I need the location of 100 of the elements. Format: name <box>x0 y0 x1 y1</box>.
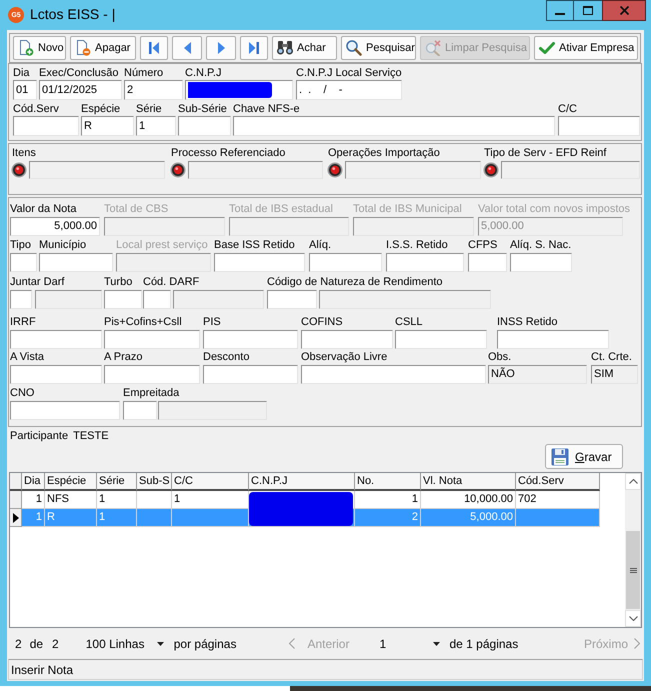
input-field[interactable]: 01/12/2025 <box>39 80 122 100</box>
find-button[interactable]: Achar <box>272 36 337 60</box>
code-field[interactable] <box>267 290 317 309</box>
input-field[interactable] <box>10 253 37 272</box>
input-field[interactable] <box>185 80 293 100</box>
field-label: Turbo <box>104 276 132 289</box>
table-cell: 1 <box>97 491 137 509</box>
next-record-button[interactable] <box>206 36 236 60</box>
input-field[interactable] <box>10 330 102 349</box>
maximize-icon <box>583 6 593 15</box>
input-field[interactable] <box>104 365 200 384</box>
scrollbar[interactable] <box>625 473 641 627</box>
activate-company-button[interactable]: Ativar Empresa <box>534 36 638 60</box>
page-size-dropdown[interactable]: 100 Linhas <box>82 634 168 654</box>
field-label: Total de IBS estadual <box>229 203 333 216</box>
field-label: Local prest serviço <box>116 239 208 252</box>
last-record-button[interactable] <box>240 36 268 60</box>
led-icon[interactable] <box>483 162 499 178</box>
input-field[interactable] <box>178 116 231 136</box>
skip-back-icon <box>149 42 159 54</box>
column-header[interactable]: Cód.Serv <box>516 473 600 491</box>
input-field[interactable]: R <box>81 116 134 136</box>
scroll-down-button[interactable] <box>625 610 641 627</box>
scroll-thumb[interactable] <box>626 531 640 609</box>
input-field[interactable] <box>510 253 572 272</box>
column-header[interactable]: Dia <box>22 473 45 491</box>
input-field[interactable] <box>10 365 102 384</box>
field-label: CNO <box>10 387 34 400</box>
triangle-left-icon <box>184 42 190 54</box>
minimize-button[interactable] <box>546 0 574 21</box>
column-header[interactable]: C/C <box>172 473 249 491</box>
column-header[interactable]: Sub-S <box>137 473 172 491</box>
first-record-button[interactable] <box>140 36 168 60</box>
new-button[interactable]: Novo <box>13 36 66 60</box>
field-label: Processo Referenciado <box>171 147 286 160</box>
input-field[interactable] <box>395 330 487 349</box>
field-label: Observação Livre <box>301 351 388 364</box>
input-field[interactable] <box>104 290 142 309</box>
search-icon <box>346 40 362 56</box>
table-cell: 1 <box>355 491 421 509</box>
readonly-field: SIM <box>591 365 638 384</box>
field-label: Valor total com novos impostos <box>478 203 630 216</box>
code-field[interactable] <box>143 290 171 309</box>
field-label: Sub-Série <box>178 103 227 116</box>
caret-down-icon <box>433 642 440 646</box>
code-field[interactable] <box>10 290 32 309</box>
save-button[interactable]: Gravar <box>545 444 623 469</box>
input-field[interactable]: 2 <box>124 80 183 100</box>
input-field[interactable] <box>301 330 393 349</box>
input-field[interactable] <box>558 116 640 136</box>
field-label: A Vista <box>10 351 44 364</box>
led-icon[interactable] <box>327 162 343 178</box>
input-field[interactable] <box>13 116 79 136</box>
input-field[interactable] <box>203 330 298 349</box>
field-label: CSLL <box>395 316 423 329</box>
pointer-icon <box>12 512 18 522</box>
delete-button[interactable]: Apagar <box>70 36 136 60</box>
input-field[interactable] <box>104 330 200 349</box>
input-field[interactable]: 1 <box>136 116 176 136</box>
input-field[interactable]: 5,000.00 <box>10 217 100 236</box>
input-field[interactable] <box>386 253 464 272</box>
input-field[interactable] <box>497 330 609 349</box>
of-label: de <box>30 636 44 652</box>
column-header[interactable]: Vl. Nota <box>421 473 516 491</box>
scroll-up-button[interactable] <box>625 473 641 490</box>
close-button[interactable] <box>602 0 646 21</box>
led-icon[interactable] <box>170 162 186 178</box>
led-icon[interactable] <box>11 162 27 178</box>
table-cell: 2 <box>355 509 421 527</box>
input-field[interactable]: 01 <box>13 80 37 100</box>
input-field[interactable] <box>309 253 382 272</box>
field-label: C.N.P.J <box>185 67 222 80</box>
field-label: Desconto <box>203 351 250 364</box>
field-label: PIS <box>203 316 221 329</box>
column-header[interactable]: C.N.P.J <box>249 473 355 491</box>
row-selector[interactable] <box>10 509 22 527</box>
input-field[interactable] <box>214 253 305 272</box>
maximize-button[interactable] <box>574 0 602 21</box>
page-dropdown[interactable]: 1 <box>375 634 444 654</box>
triangle-right-icon <box>218 42 224 54</box>
previous-record-button[interactable] <box>172 36 202 60</box>
field-label: Alíq. S. Nac. <box>510 239 572 252</box>
code-field[interactable] <box>123 401 157 420</box>
input-field[interactable] <box>233 116 555 136</box>
document-plus-icon <box>18 40 34 56</box>
chevron-right-icon <box>634 638 640 649</box>
search-button[interactable]: Pesquisar <box>341 36 416 60</box>
column-header[interactable]: Série <box>97 473 137 491</box>
input-field[interactable] <box>468 253 507 272</box>
input-field[interactable] <box>10 401 120 420</box>
input-field[interactable]: . . / - <box>296 80 402 100</box>
input-field[interactable] <box>203 365 298 384</box>
field-label: A Prazo <box>104 351 143 364</box>
input-field[interactable] <box>39 253 113 272</box>
search-clear-icon <box>425 40 441 56</box>
input-field[interactable] <box>301 365 486 384</box>
column-header[interactable]: Espécie <box>45 473 97 491</box>
table-cell: 5,000.00 <box>421 509 516 527</box>
column-header[interactable]: No. <box>355 473 421 491</box>
field-label: Cód.Serv <box>13 103 59 116</box>
